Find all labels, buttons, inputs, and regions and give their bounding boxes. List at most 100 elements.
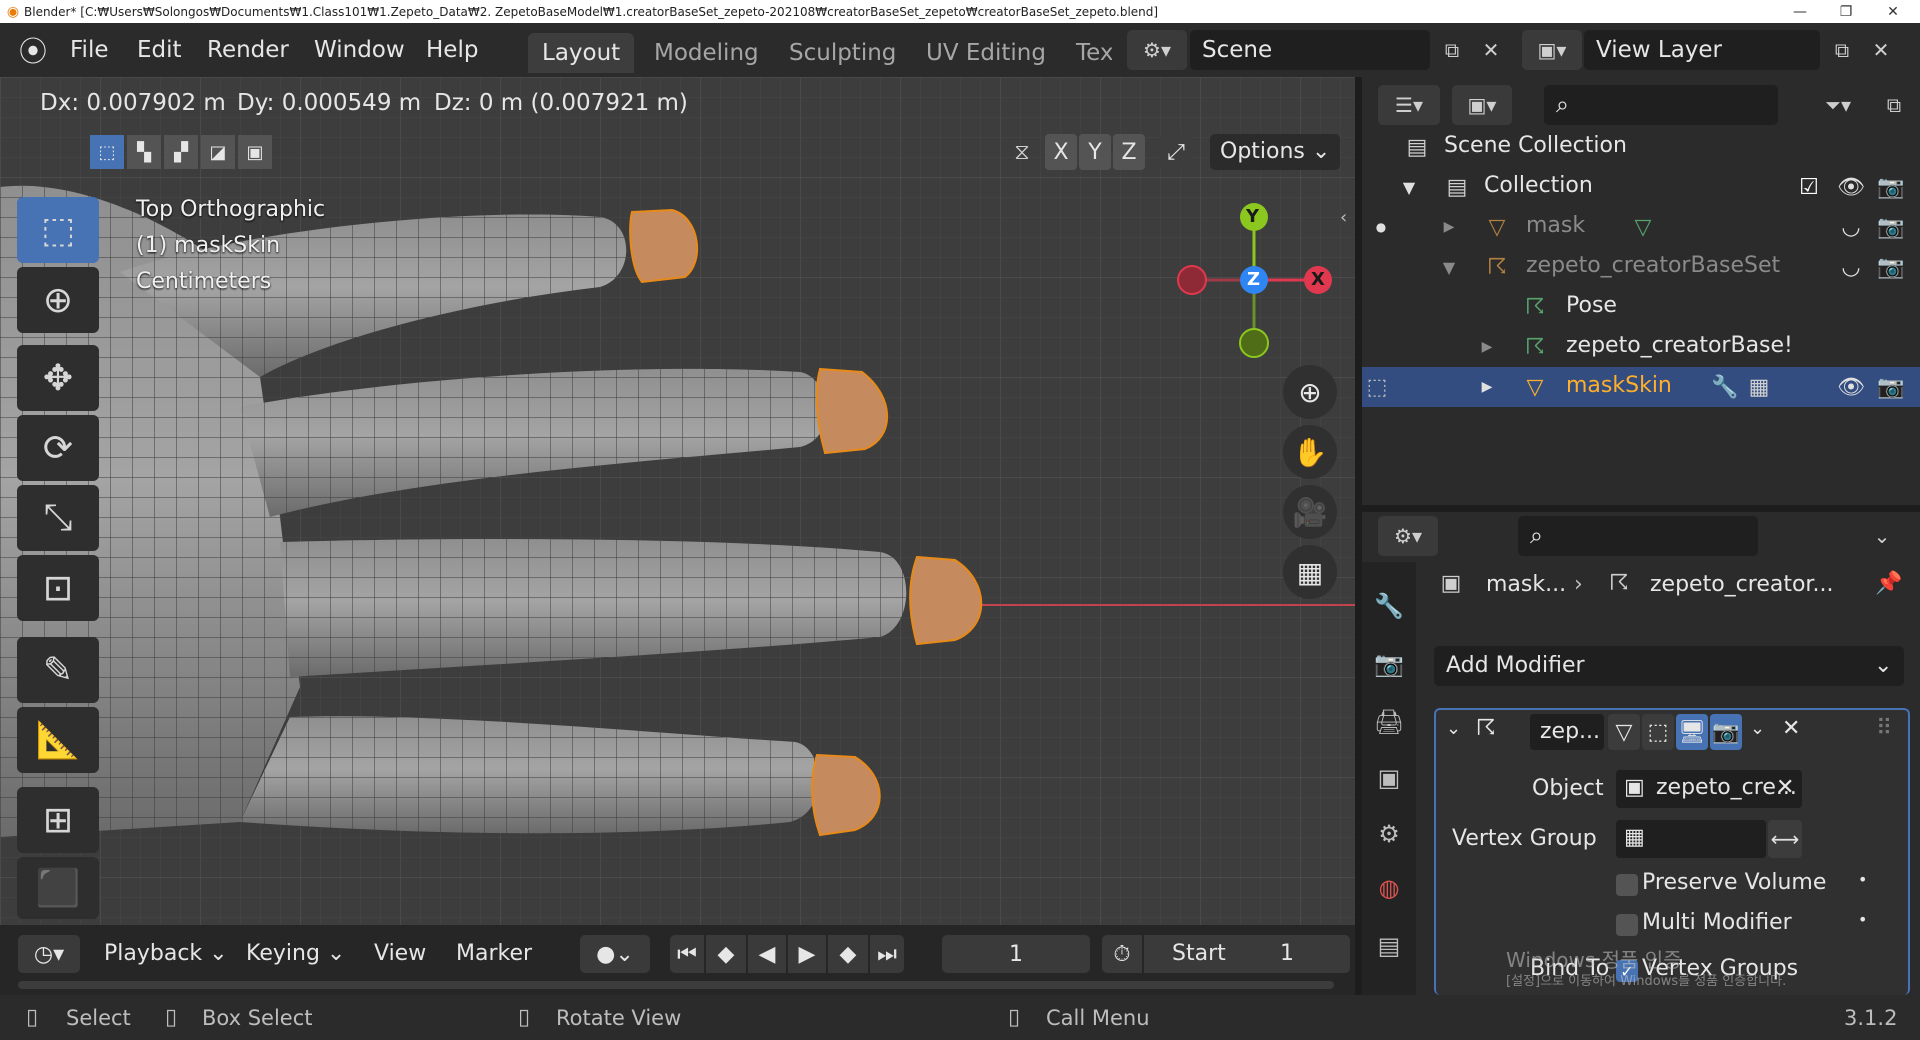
- modifier-name-field[interactable]: zep...: [1530, 714, 1604, 750]
- viewport-display-toggle-icon[interactable]: 🖥: [1676, 714, 1708, 750]
- scale-tool-icon[interactable]: ⤡: [17, 485, 99, 551]
- minimize-icon[interactable]: —: [1777, 0, 1823, 23]
- tab-layout[interactable]: Layout: [528, 33, 635, 73]
- filter-icon[interactable]: ⏷▾: [1808, 85, 1868, 125]
- new-scene-icon[interactable]: ⧉: [1432, 30, 1472, 70]
- view-layer-browse-icon[interactable]: ▣▾: [1522, 30, 1582, 70]
- render-camera-icon[interactable]: 📷: [1876, 172, 1906, 202]
- editor-type-clock-icon[interactable]: ◷▾: [18, 935, 80, 973]
- cursor-tool-icon[interactable]: ⊕: [17, 267, 99, 333]
- remove-modifier-icon[interactable]: ✕: [1782, 716, 1800, 741]
- vertex-group-field[interactable]: ▦: [1616, 820, 1766, 858]
- properties-editor-type-icon[interactable]: ⚙▾: [1378, 516, 1438, 556]
- disclosure-open-icon[interactable]: ▼: [1394, 172, 1424, 202]
- camera-view-icon[interactable]: 🎥: [1283, 485, 1337, 539]
- outliner-row-scene-collection[interactable]: ▤ Scene Collection: [1362, 127, 1920, 167]
- menu-render[interactable]: Render: [201, 32, 295, 68]
- world-tab-icon[interactable]: ◍: [1369, 868, 1409, 908]
- tab-modeling[interactable]: Modeling: [640, 33, 773, 73]
- restore-icon[interactable]: ❐: [1823, 0, 1869, 23]
- axis-x-toggle[interactable]: X: [1045, 134, 1077, 170]
- jump-keyframe-back-icon[interactable]: ◆: [706, 935, 746, 973]
- perspective-grid-icon[interactable]: ▦: [1283, 545, 1337, 599]
- properties-search-input[interactable]: ⌕: [1518, 516, 1758, 556]
- collapse-chevron-icon[interactable]: ⌄: [1446, 718, 1461, 739]
- scene-tab-icon[interactable]: ⚙: [1369, 814, 1409, 854]
- outliner-row-pose[interactable]: ☈ Pose: [1362, 287, 1920, 327]
- gizmo-z-label[interactable]: Z: [1247, 269, 1260, 290]
- options-dropdown[interactable]: Options ⌄: [1210, 134, 1341, 170]
- start-frame-field[interactable]: Start 1: [1144, 935, 1350, 973]
- edit-mode-icon[interactable]: ⬚: [1362, 372, 1392, 402]
- output-tab-icon[interactable]: 🖨: [1369, 702, 1409, 742]
- rotate-tool-icon[interactable]: ⟳: [17, 415, 99, 481]
- select-intersect-icon[interactable]: ▣: [238, 135, 272, 169]
- snap-icon[interactable]: ⤢: [1160, 134, 1192, 170]
- invert-vertex-group-icon[interactable]: ⟷: [1768, 820, 1802, 858]
- mirror-icon[interactable]: ⧖: [1005, 135, 1039, 169]
- annotate-tool-icon[interactable]: ✎: [17, 637, 99, 703]
- tab-sculpting[interactable]: Sculpting: [775, 33, 910, 73]
- jump-end-icon[interactable]: ⏭: [870, 935, 904, 973]
- outliner-row-mask[interactable]: ● ▶ ▽ mask ▽ ◡ 📷: [1362, 207, 1920, 247]
- pan-hand-icon[interactable]: ✋: [1283, 425, 1337, 479]
- hidden-eye-icon[interactable]: ◡: [1836, 212, 1866, 242]
- modifier-menu-chevron-icon[interactable]: ⌄: [1750, 718, 1765, 739]
- add-modifier-dropdown[interactable]: Add Modifier ⌄: [1434, 646, 1904, 686]
- outliner-search-input[interactable]: ⌕: [1544, 85, 1778, 125]
- menu-window[interactable]: Window: [308, 32, 411, 68]
- menu-edit[interactable]: Edit: [131, 32, 188, 68]
- select-subtract-icon[interactable]: ▞: [164, 135, 198, 169]
- edit-mode-toggle-icon[interactable]: ▽: [1608, 714, 1640, 750]
- select-box-tool-icon[interactable]: ⬚: [17, 197, 99, 263]
- blender-menu-icon[interactable]: ⦿: [16, 35, 50, 68]
- display-mode-icon[interactable]: ▣▾: [1452, 85, 1512, 125]
- menu-help[interactable]: Help: [420, 32, 484, 68]
- exclude-checkbox-icon[interactable]: ☑: [1794, 172, 1824, 202]
- gizmo-x-label[interactable]: X: [1311, 269, 1325, 290]
- cage-toggle-icon[interactable]: ⬚: [1642, 714, 1674, 750]
- sidebar-toggle-icon[interactable]: ‹: [1340, 207, 1347, 228]
- select-new-icon[interactable]: ⬚: [90, 135, 124, 169]
- view-menu[interactable]: View: [368, 935, 432, 973]
- pin-icon[interactable]: 📌: [1874, 568, 1904, 598]
- modifier-wrench-icon[interactable]: 🔧: [1710, 372, 1740, 402]
- add-cube-tool-icon[interactable]: ⊞: [17, 787, 99, 853]
- scene-name-field[interactable]: Scene: [1190, 30, 1430, 70]
- menu-file[interactable]: File: [64, 32, 115, 68]
- multi-modifier-checkbox[interactable]: [1616, 914, 1638, 936]
- disclosure-closed-icon[interactable]: ▶: [1472, 372, 1502, 402]
- animate-property-dot-icon[interactable]: •: [1858, 870, 1867, 889]
- play-icon[interactable]: ▶: [788, 935, 826, 973]
- render-tab-icon[interactable]: 📷: [1369, 644, 1409, 684]
- outliner-row-armature-data[interactable]: ▶ ☈ zepeto_creatorBase!: [1362, 327, 1920, 367]
- close-icon[interactable]: ✕: [1870, 0, 1916, 23]
- vertex-groups-icon[interactable]: ▦: [1744, 372, 1774, 402]
- render-toggle-icon[interactable]: 📷: [1710, 714, 1742, 750]
- tool-tab-icon[interactable]: 🔧: [1369, 586, 1409, 626]
- drag-handle-icon[interactable]: ⠿: [1876, 716, 1892, 741]
- render-camera-icon[interactable]: 📷: [1876, 372, 1906, 402]
- new-collection-icon[interactable]: ⧉: [1874, 85, 1914, 125]
- visibility-eye-icon[interactable]: 👁: [1836, 172, 1866, 202]
- select-extend-icon[interactable]: ▚: [127, 135, 161, 169]
- disclosure-closed-icon[interactable]: ▶: [1434, 212, 1464, 242]
- properties-options-chevron-icon[interactable]: ⌄: [1862, 516, 1902, 556]
- view-layer-name-field[interactable]: View Layer: [1584, 30, 1820, 70]
- auto-keying-record-icon[interactable]: ●⌄: [580, 935, 650, 973]
- animate-property-dot-icon[interactable]: •: [1858, 910, 1867, 929]
- axis-y-toggle[interactable]: Y: [1079, 134, 1111, 170]
- hidden-eye-icon[interactable]: ◡: [1836, 252, 1866, 282]
- jump-keyframe-forward-icon[interactable]: ◆: [828, 935, 868, 973]
- object-field[interactable]: ▣ zepeto_cre... ✕: [1616, 770, 1802, 808]
- jump-start-icon[interactable]: ⏮: [670, 935, 704, 973]
- view-layer-tab-icon[interactable]: ▣: [1369, 758, 1409, 798]
- keying-menu[interactable]: Keying ⌄: [240, 935, 351, 973]
- clear-object-icon[interactable]: ✕: [1776, 775, 1794, 800]
- disclosure-closed-icon[interactable]: ▶: [1472, 332, 1502, 362]
- collection-tab-icon[interactable]: ▤: [1369, 926, 1409, 966]
- outliner-row-collection[interactable]: ▼ ▤ Collection ☑ 👁 📷: [1362, 167, 1920, 207]
- delete-view-layer-icon[interactable]: ✕: [1862, 30, 1900, 70]
- select-invert-icon[interactable]: ◪: [201, 135, 235, 169]
- play-reverse-icon[interactable]: ◀: [748, 935, 786, 973]
